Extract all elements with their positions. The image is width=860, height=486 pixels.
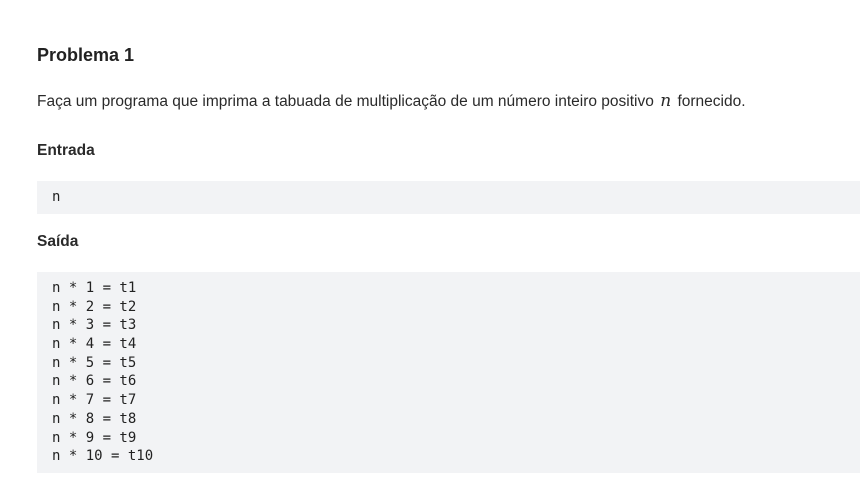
- output-code-line: n * 5 = t5: [52, 354, 137, 371]
- output-code-line: n * 3 = t3: [52, 317, 137, 334]
- problem-title: Problema 1: [37, 45, 135, 65]
- output-code-line: n * 6 = t6: [52, 373, 137, 390]
- output-code-line: n * 7 = t7: [52, 392, 137, 409]
- input-code-block: n: [37, 181, 860, 214]
- problem-description: Faça um programa que imprima a tabuada d…: [37, 90, 746, 113]
- description-text: Faça um programa que imprima a tabuada d…: [37, 93, 654, 110]
- description-text-end: fornecido.: [677, 93, 746, 110]
- math-variable-n: n: [660, 91, 672, 111]
- output-code-line: n * 1 = t1: [52, 280, 137, 296]
- output-code-line: n * 2 = t2: [52, 298, 137, 315]
- output-heading: Saída: [37, 233, 79, 250]
- output-code-block: n * 1 = t1 n * 2 = t2 n * 3 = t3 n * 4 = t4…: [37, 272, 860, 473]
- output-code-line: n * 9 = t9: [52, 429, 137, 446]
- input-heading: Entrada: [37, 142, 95, 159]
- output-code-line: n * 4 = t4: [52, 336, 137, 353]
- output-code-line: n * 8 = t8: [52, 410, 137, 427]
- output-code-line: n * 10 = t10: [52, 448, 154, 465]
- input-code-line: n: [52, 189, 61, 205]
